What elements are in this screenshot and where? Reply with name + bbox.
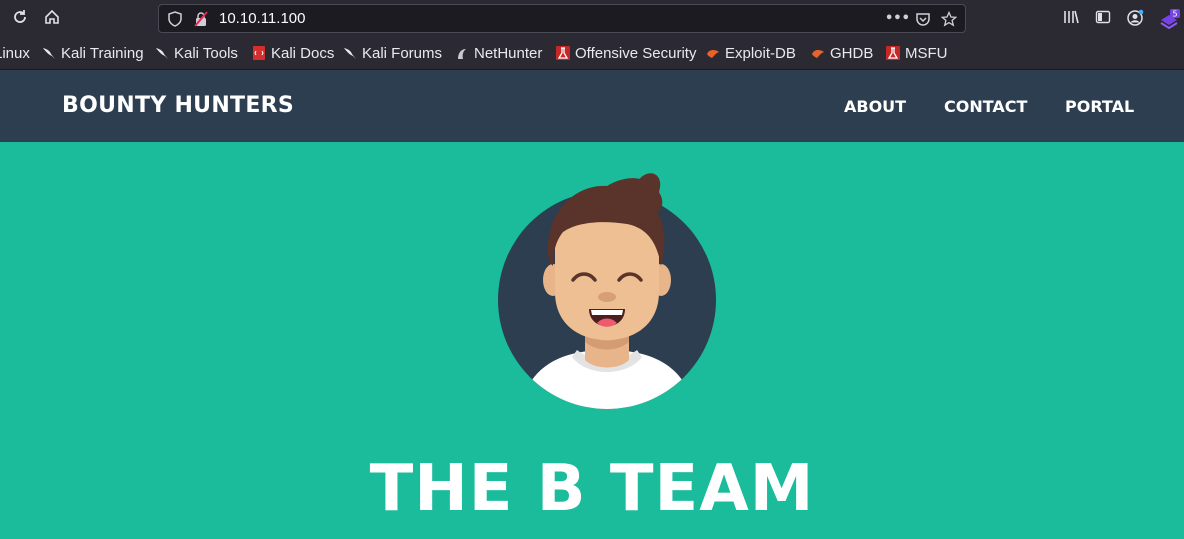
bookmark-label: Linux	[0, 45, 30, 62]
bookmark-label: Exploit-DB	[725, 45, 796, 62]
sidebar-icon[interactable]	[1094, 9, 1112, 27]
bookmark-label: Kali Forums	[362, 45, 443, 62]
account-icon[interactable]	[1126, 9, 1144, 27]
bookmark-msfu[interactable]: MSFU	[886, 45, 948, 62]
offsec-icon	[886, 46, 900, 60]
reload-icon[interactable]	[9, 8, 31, 30]
nav-link-about[interactable]: ABOUT	[844, 97, 906, 116]
exploitdb-icon	[707, 49, 719, 58]
hero-section: THE B TEAM	[0, 142, 1184, 539]
bookmarks-bar: Linux Kali Training Kali Tools Kali Docs…	[0, 37, 1184, 70]
library-icon[interactable]	[1062, 9, 1080, 27]
exploitdb-icon	[812, 49, 824, 58]
bookmark-label: Offensive Security	[575, 45, 697, 62]
kali-dragon-icon	[156, 48, 168, 59]
kali-docs-icon	[253, 46, 265, 60]
site-navbar: BOUNTY HUNTERS ABOUT CONTACT PORTAL	[0, 70, 1184, 142]
bookmark-offensive-security[interactable]: Offensive Security	[556, 45, 696, 62]
kali-dragon-icon	[344, 48, 356, 59]
bookmark-label: Kali Tools	[174, 45, 238, 62]
shield-icon[interactable]	[167, 11, 183, 27]
bookmark-label: GHDB	[830, 45, 874, 62]
bookmark-kali-tools[interactable]: Kali Tools	[155, 45, 238, 62]
bookmark-label: Kali Training	[61, 45, 144, 62]
bookmark-ghdb[interactable]: GHDB	[811, 45, 873, 62]
url-text[interactable]: 10.10.11.100	[219, 10, 305, 27]
url-bar[interactable]: 10.10.11.100 •••	[158, 4, 966, 33]
browser-toolbar: 10.10.11.100 ••• 5	[0, 0, 1184, 37]
pocket-icon[interactable]	[915, 11, 931, 27]
bookmark-label: MSFU	[905, 45, 948, 62]
bookmark-linux[interactable]: Linux	[0, 45, 30, 62]
bookmark-kali-forums[interactable]: Kali Forums	[343, 45, 442, 62]
star-icon[interactable]	[940, 10, 958, 27]
nethunter-icon	[458, 49, 466, 59]
offsec-icon	[556, 46, 570, 60]
bookmark-label: Kali Docs	[271, 45, 335, 62]
hero-title: THE B TEAM	[369, 452, 815, 526]
extension-badge: 5	[1172, 10, 1177, 19]
bookmark-kali-docs[interactable]: Kali Docs	[252, 45, 334, 62]
home-icon[interactable]	[41, 8, 63, 30]
bookmark-label: NetHunter	[474, 45, 543, 62]
bookmark-exploit-db[interactable]: Exploit-DB	[706, 45, 796, 62]
more-icon[interactable]: •••	[885, 11, 910, 27]
nav-link-contact[interactable]: CONTACT	[944, 97, 1027, 116]
kali-dragon-icon	[43, 48, 55, 59]
extension-icon[interactable]: 5	[1158, 9, 1180, 30]
insecure-lock-icon[interactable]	[193, 11, 209, 27]
nav-link-portal[interactable]: PORTAL	[1065, 97, 1134, 116]
site-brand[interactable]: BOUNTY HUNTERS	[62, 93, 294, 118]
bookmark-kali-training[interactable]: Kali Training	[42, 45, 144, 62]
avatar-illustration	[498, 173, 716, 409]
bookmark-nethunter[interactable]: NetHunter	[455, 45, 542, 62]
